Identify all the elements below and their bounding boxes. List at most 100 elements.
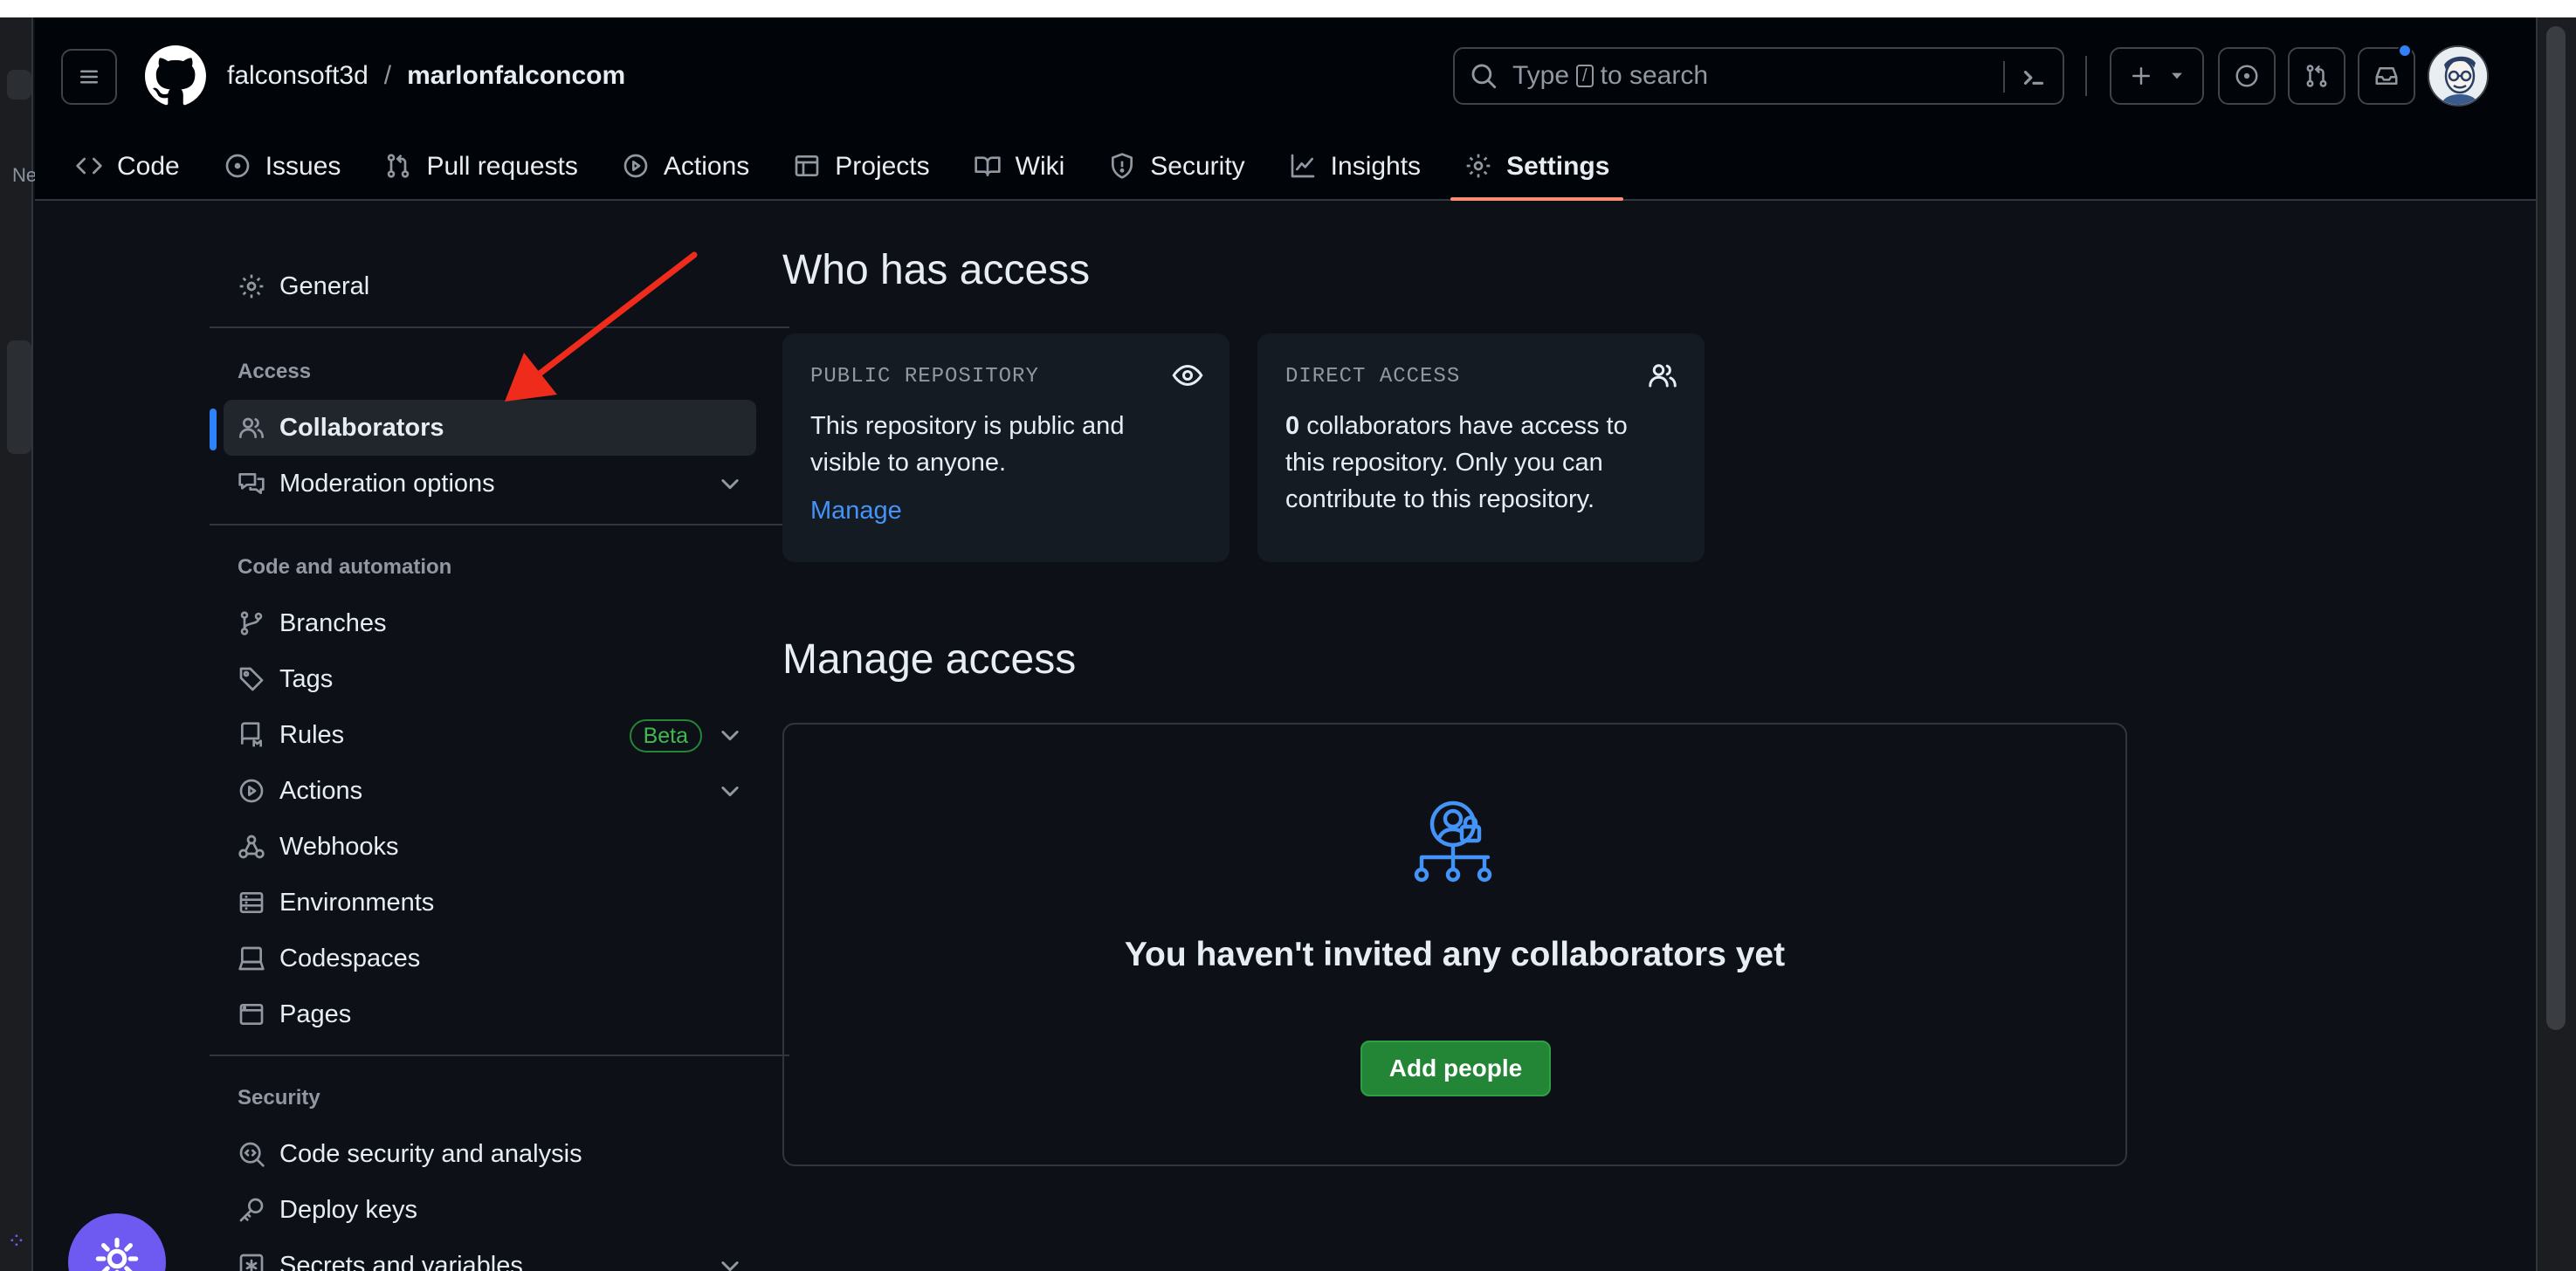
direct-access-description: 0 collaborators have access to this repo… (1285, 408, 1677, 518)
repository-navigation: Code Issues Pull requests Actions Projec… (35, 140, 1624, 201)
sidebar-item-collaborators[interactable]: Collaborators (224, 400, 756, 456)
create-new-button[interactable] (2110, 47, 2204, 105)
chevron-down-icon[interactable] (718, 723, 742, 747)
tab-actions[interactable]: Actions (608, 140, 763, 201)
sidebar-divider (210, 524, 789, 526)
public-repository-card: PUBLIC REPOSITORY This repository is pub… (782, 333, 1229, 562)
graph-icon (1291, 154, 1315, 178)
sidebar-item-environments[interactable]: Environments (224, 875, 756, 931)
chevron-down-icon[interactable] (718, 471, 742, 496)
public-repository-label: PUBLIC REPOSITORY (810, 365, 1039, 388)
tab-insights-label: Insights (1330, 152, 1422, 181)
sidebar-item-tags[interactable]: Tags (224, 651, 756, 707)
sidebar-item-branches[interactable]: Branches (224, 595, 756, 651)
direct-desc-text: collaborators have access to (1299, 412, 1628, 440)
browser-top-strip (0, 0, 2576, 17)
tab-wiki[interactable]: Wiki (960, 140, 1079, 201)
sidebar-item-general[interactable]: General (224, 258, 756, 314)
tab-pull-requests[interactable]: Pull requests (370, 140, 591, 201)
add-people-button[interactable]: Add people (1360, 1041, 1551, 1096)
sidebar-item-codespaces[interactable]: Codespaces (224, 931, 756, 986)
chevron-down-icon[interactable] (718, 1254, 742, 1271)
sidebar-item-label: Rules (279, 720, 345, 749)
code-icon (76, 157, 102, 175)
sidebar-item-rules[interactable]: Rules Beta (224, 707, 756, 763)
sidebar-heading-security: Security (238, 1086, 320, 1110)
sidebar-item-label: Moderation options (279, 469, 495, 498)
side-panel-tab[interactable] (7, 340, 31, 454)
gear-icon (1466, 154, 1491, 178)
sidebar-divider (210, 1055, 789, 1056)
gear-icon (239, 274, 264, 299)
scrollbar-thumb[interactable] (2546, 26, 2566, 1030)
your-issues-button[interactable] (2218, 47, 2276, 105)
tag-icon (239, 667, 264, 691)
tab-actions-label: Actions (663, 152, 750, 181)
side-panel-cut-text: Ne (12, 164, 38, 186)
tab-settings[interactable]: Settings (1450, 140, 1624, 201)
user-avatar[interactable] (2428, 45, 2489, 106)
sidebar-item-label: Deploy keys (279, 1195, 417, 1224)
people-icon (1649, 364, 1677, 388)
triangle-down-icon (2172, 72, 2182, 79)
breadcrumb-owner-link[interactable]: falconsoft3d (227, 61, 368, 91)
tab-issues[interactable]: Issues (210, 140, 355, 201)
tab-settings-label: Settings (1506, 152, 1610, 181)
public-desc-line: visible to anyone. (810, 449, 1007, 477)
search-placeholder-prefix: Type (1512, 61, 1570, 90)
sidebar-item-label: Codespaces (279, 944, 421, 972)
sidebar-item-deploy-keys[interactable]: Deploy keys (224, 1182, 756, 1238)
key-icon (239, 1198, 264, 1222)
repo-push-icon (241, 722, 262, 747)
sidebar-item-moderation-options[interactable]: Moderation options (224, 456, 756, 512)
collaborators-lock-icon (1414, 800, 1492, 883)
sidebar-item-label: Tags (279, 664, 334, 693)
breadcrumb-separator: / (383, 61, 392, 90)
sidebar-item-secrets-variables[interactable]: Secrets and variables (224, 1238, 756, 1271)
server-icon (239, 892, 264, 913)
sidebar-item-code-security[interactable]: Code security and analysis (224, 1126, 756, 1182)
sidebar-heading-code-automation: Code and automation (238, 555, 452, 579)
plus-icon (2132, 67, 2150, 85)
sidebar-heading-access: Access (238, 360, 312, 383)
play-icon (239, 779, 264, 803)
your-pull-requests-button[interactable] (2288, 47, 2345, 105)
side-panel-pill (7, 70, 31, 100)
tab-insights[interactable]: Insights (1275, 140, 1435, 201)
direct-access-card: DIRECT ACCESS 0 collaborators have acces… (1257, 333, 1705, 562)
chevron-down-icon[interactable] (718, 779, 742, 803)
support-chat-widget[interactable] (68, 1213, 166, 1271)
sidebar-item-label: Webhooks (279, 832, 399, 861)
header-divider (2085, 56, 2087, 96)
codescan-icon (239, 1142, 265, 1167)
breadcrumb-repo-link[interactable]: marlonfalconcom (407, 61, 625, 91)
tab-pull-requests-label: Pull requests (426, 152, 578, 181)
drag-handle-icon[interactable]: ⁘ (7, 1229, 28, 1261)
collaborator-count: 0 (1285, 412, 1300, 440)
global-search-input[interactable]: Type / to search (1453, 47, 2064, 105)
tab-security[interactable]: Security (1094, 140, 1258, 201)
manage-visibility-link[interactable]: Manage (810, 497, 902, 526)
sidebar-item-actions[interactable]: Actions (224, 763, 756, 819)
beta-badge: Beta (629, 719, 702, 752)
unread-notification-dot (2398, 44, 2412, 58)
search-shortcut-key: / (1576, 65, 1594, 87)
window-scrollbar[interactable] (2536, 17, 2576, 1271)
issue-opened-icon (2235, 65, 2258, 87)
sidebar-item-webhooks[interactable]: Webhooks (224, 819, 756, 875)
hamburger-menu-button[interactable] (61, 49, 117, 105)
key-asterisk-icon (239, 1254, 264, 1271)
book-icon (974, 156, 1001, 176)
tab-code[interactable]: Code (61, 140, 194, 201)
github-logo-icon[interactable] (145, 45, 206, 106)
issue-opened-icon (225, 154, 250, 178)
table-icon (795, 155, 819, 176)
command-palette-icon[interactable] (2017, 61, 2050, 94)
sidebar-item-label: Pages (279, 1000, 352, 1028)
sidebar-item-label: Environments (279, 888, 435, 917)
sidebar-item-pages[interactable]: Pages (224, 986, 756, 1042)
codespaces-icon (238, 946, 265, 971)
tab-projects[interactable]: Projects (779, 140, 943, 201)
tab-wiki-label: Wiki (1015, 152, 1065, 181)
direct-desc-line: 0 collaborators have access to (1285, 408, 1677, 444)
